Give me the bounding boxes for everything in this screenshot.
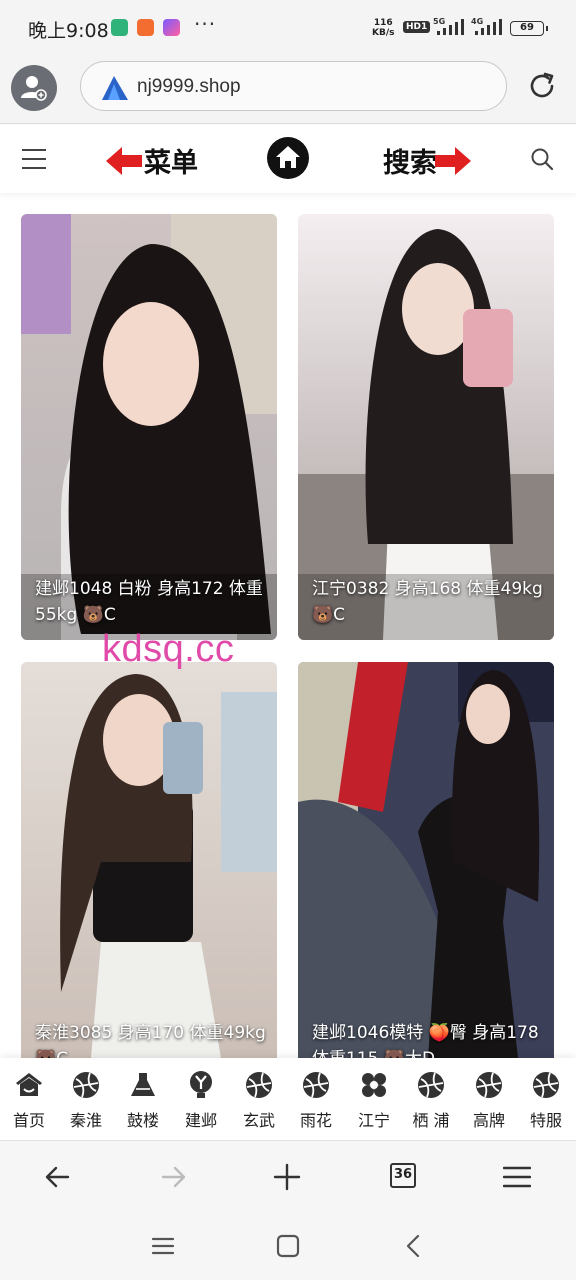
status-bar: 晚上9:08 ··· 116 KB/s HD1 5G 4G 69: [0, 0, 576, 56]
ball-icon: [533, 1072, 559, 1098]
ball-icon: [476, 1072, 502, 1098]
recent-apps-icon[interactable]: [151, 1234, 175, 1258]
search-link[interactable]: 搜索: [383, 139, 479, 179]
home-icon: [16, 1073, 42, 1096]
reload-icon[interactable]: [526, 70, 558, 102]
profile-card[interactable]: 秦淮3085 身高170 体重49kg 🐻C: [21, 662, 277, 1058]
browser-address-row: nj9999.shop: [0, 56, 576, 124]
url-text: nj9999.shop: [137, 76, 241, 97]
flask-icon: [131, 1073, 155, 1096]
url-bar[interactable]: nj9999.shop: [80, 61, 507, 111]
hd-badge: HD1: [403, 21, 431, 33]
status-time: 晚上9:08: [28, 20, 109, 42]
ball-icon: [303, 1072, 329, 1098]
profile-photo: [298, 662, 554, 1058]
category-nav: 首页 秦淮 鼓楼 建邺 玄武 雨花 江宁 栖 浦 高牌 特服: [0, 1058, 576, 1140]
browser-toolbar: [0, 1140, 576, 1212]
profile-card[interactable]: 江宁0382 身高168 体重49kg 🐻C: [298, 214, 554, 640]
search-label: 搜索: [383, 148, 437, 179]
net-speed: 116 KB/s: [372, 18, 395, 38]
back-chevron-icon[interactable]: [402, 1234, 426, 1258]
app-notification-icon: [137, 19, 154, 36]
site-logo-icon: [102, 76, 128, 100]
profile-card[interactable]: 建邺1048 白粉 身高172 体重55kg 🐻C: [21, 214, 277, 640]
cat-item-tefu[interactable]: 特服: [518, 1070, 574, 1131]
cat-item-jiangning[interactable]: 江宁: [346, 1070, 402, 1131]
hamburger-menu-icon[interactable]: [22, 149, 46, 169]
ball-icon: [246, 1072, 272, 1098]
cat-item-qipu[interactable]: 栖 浦: [403, 1070, 459, 1131]
profile-card[interactable]: 建邺1046模特 🍑臀 身高178 体重115 🐻大D: [298, 662, 554, 1058]
home-icon[interactable]: [267, 137, 309, 179]
watermark-text: kdsq.cc: [102, 628, 235, 670]
card-caption: 建邺1048 白粉 身高172 体重55kg 🐻C: [35, 579, 263, 625]
new-tab-plus-icon[interactable]: [273, 1163, 301, 1191]
signal-icon: [437, 19, 464, 35]
forward-arrow-icon[interactable]: [159, 1163, 187, 1191]
home-square-icon[interactable]: [276, 1234, 300, 1258]
battery-indicator: 69: [510, 21, 548, 36]
system-nav-bar: [0, 1212, 576, 1280]
cat-item-qinhuai[interactable]: 秦淮: [58, 1070, 114, 1131]
cat-item-yuhua[interactable]: 雨花: [288, 1070, 344, 1131]
site-header: 菜单 搜索: [0, 125, 576, 193]
cat-item-xuanwu[interactable]: 玄武: [231, 1070, 287, 1131]
ball-icon: [418, 1072, 444, 1098]
back-arrow-icon[interactable]: [44, 1163, 72, 1191]
ball-icon: [73, 1072, 99, 1098]
card-caption: 建邺1046模特 🍑臀 身高178 体重115 🐻大D: [312, 1023, 539, 1058]
flower-icon: [362, 1073, 386, 1097]
cat-item-home[interactable]: 首页: [1, 1070, 57, 1131]
tab-count-button[interactable]: 36: [390, 1163, 416, 1188]
cat-item-gaopai[interactable]: 高牌: [461, 1070, 517, 1131]
arrow-left-icon: [106, 147, 142, 175]
arrow-right-icon: [435, 147, 471, 175]
card-caption: 江宁0382 身高168 体重49kg 🐻C: [312, 579, 543, 625]
app-notification-icon: [163, 19, 180, 36]
cat-item-gulou[interactable]: 鼓楼: [115, 1070, 171, 1131]
search-icon[interactable]: [530, 147, 554, 171]
user-add-icon[interactable]: [11, 65, 57, 111]
signal-icon: [475, 19, 502, 35]
app-notification-icon: [111, 19, 128, 36]
y-badge-icon: [190, 1071, 212, 1098]
profile-photo: [21, 662, 277, 1058]
menu-label: 菜单: [144, 148, 198, 179]
cat-item-jianye[interactable]: 建邺: [173, 1070, 229, 1131]
menu-lines-icon[interactable]: [503, 1163, 531, 1191]
more-notifications-icon: ···: [194, 12, 217, 36]
card-caption: 秦淮3085 身高170 体重49kg 🐻C: [35, 1023, 266, 1058]
